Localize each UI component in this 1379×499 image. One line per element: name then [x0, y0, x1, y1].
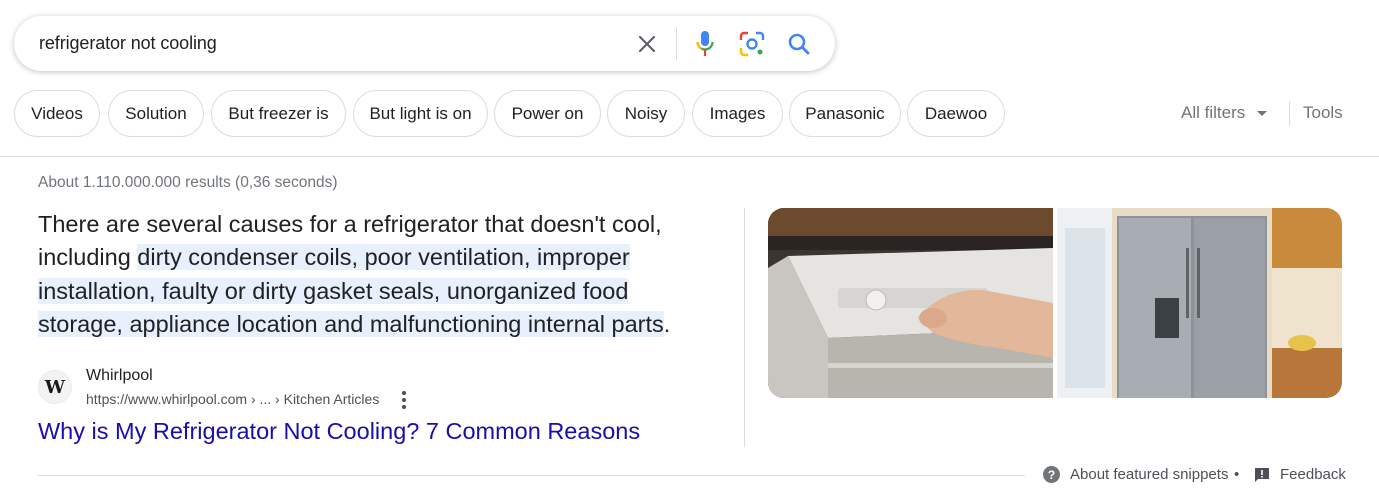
tools-button[interactable]: Tools	[1303, 103, 1343, 123]
search-input[interactable]: refrigerator not cooling	[39, 33, 217, 54]
chip-solution[interactable]: Solution	[108, 90, 204, 137]
snippet-images[interactable]	[768, 208, 1342, 398]
header-divider	[0, 156, 1379, 157]
result-title-link[interactable]: Why is My Refrigerator Not Cooling? 7 Co…	[38, 418, 640, 445]
about-featured-snippets-label: About featured snippets	[1070, 466, 1229, 483]
snippet-text-end: .	[663, 310, 671, 337]
chip-but-light-is-on[interactable]: But light is on	[353, 90, 488, 137]
feedback-icon	[1254, 467, 1270, 483]
search-icon[interactable]	[783, 28, 815, 60]
result-stats: About 1.110.000.000 results (0,36 second…	[38, 174, 338, 191]
feedback-label: Feedback	[1280, 466, 1346, 483]
caret-down-icon	[1257, 110, 1268, 116]
chip-panasonic[interactable]: Panasonic	[789, 90, 901, 137]
more-options-icon[interactable]	[396, 390, 412, 410]
lens-icon[interactable]	[736, 28, 768, 60]
feedback-link[interactable]: Feedback	[1254, 466, 1346, 483]
chip-daewoo[interactable]: Daewoo	[907, 90, 1005, 137]
chip-noisy[interactable]: Noisy	[607, 90, 685, 137]
source-site-name[interactable]: Whirlpool	[86, 367, 153, 385]
search-divider	[676, 27, 677, 60]
microphone-icon[interactable]	[689, 28, 721, 60]
chip-images[interactable]: Images	[692, 90, 783, 137]
all-filters-label: All filters	[1181, 103, 1246, 122]
chip-but-freezer-is[interactable]: But freezer is	[211, 90, 346, 137]
fridge-thermostat-image[interactable]	[768, 208, 1053, 398]
about-featured-snippets-link[interactable]: ? About featured snippets	[1043, 466, 1228, 483]
whirlpool-favicon[interactable]: W	[38, 370, 72, 404]
snippet-divider	[744, 208, 745, 447]
all-filters-button[interactable]: All filters	[1181, 103, 1268, 123]
source-url[interactable]: https://www.whirlpool.com › ... › Kitche…	[86, 391, 379, 407]
stainless-fridge-image[interactable]	[1057, 208, 1342, 398]
footer-divider	[38, 475, 1025, 476]
favicon-letter: W	[44, 376, 66, 398]
chip-power-on[interactable]: Power on	[494, 90, 601, 137]
tools-divider	[1289, 101, 1290, 126]
close-icon[interactable]	[631, 28, 663, 60]
help-icon: ?	[1043, 466, 1060, 483]
search-box[interactable]: refrigerator not cooling	[14, 16, 835, 71]
chip-videos[interactable]: Videos	[14, 90, 100, 137]
featured-snippet-text: There are several causes for a refrigera…	[38, 208, 708, 341]
footer-separator: •	[1234, 466, 1240, 483]
